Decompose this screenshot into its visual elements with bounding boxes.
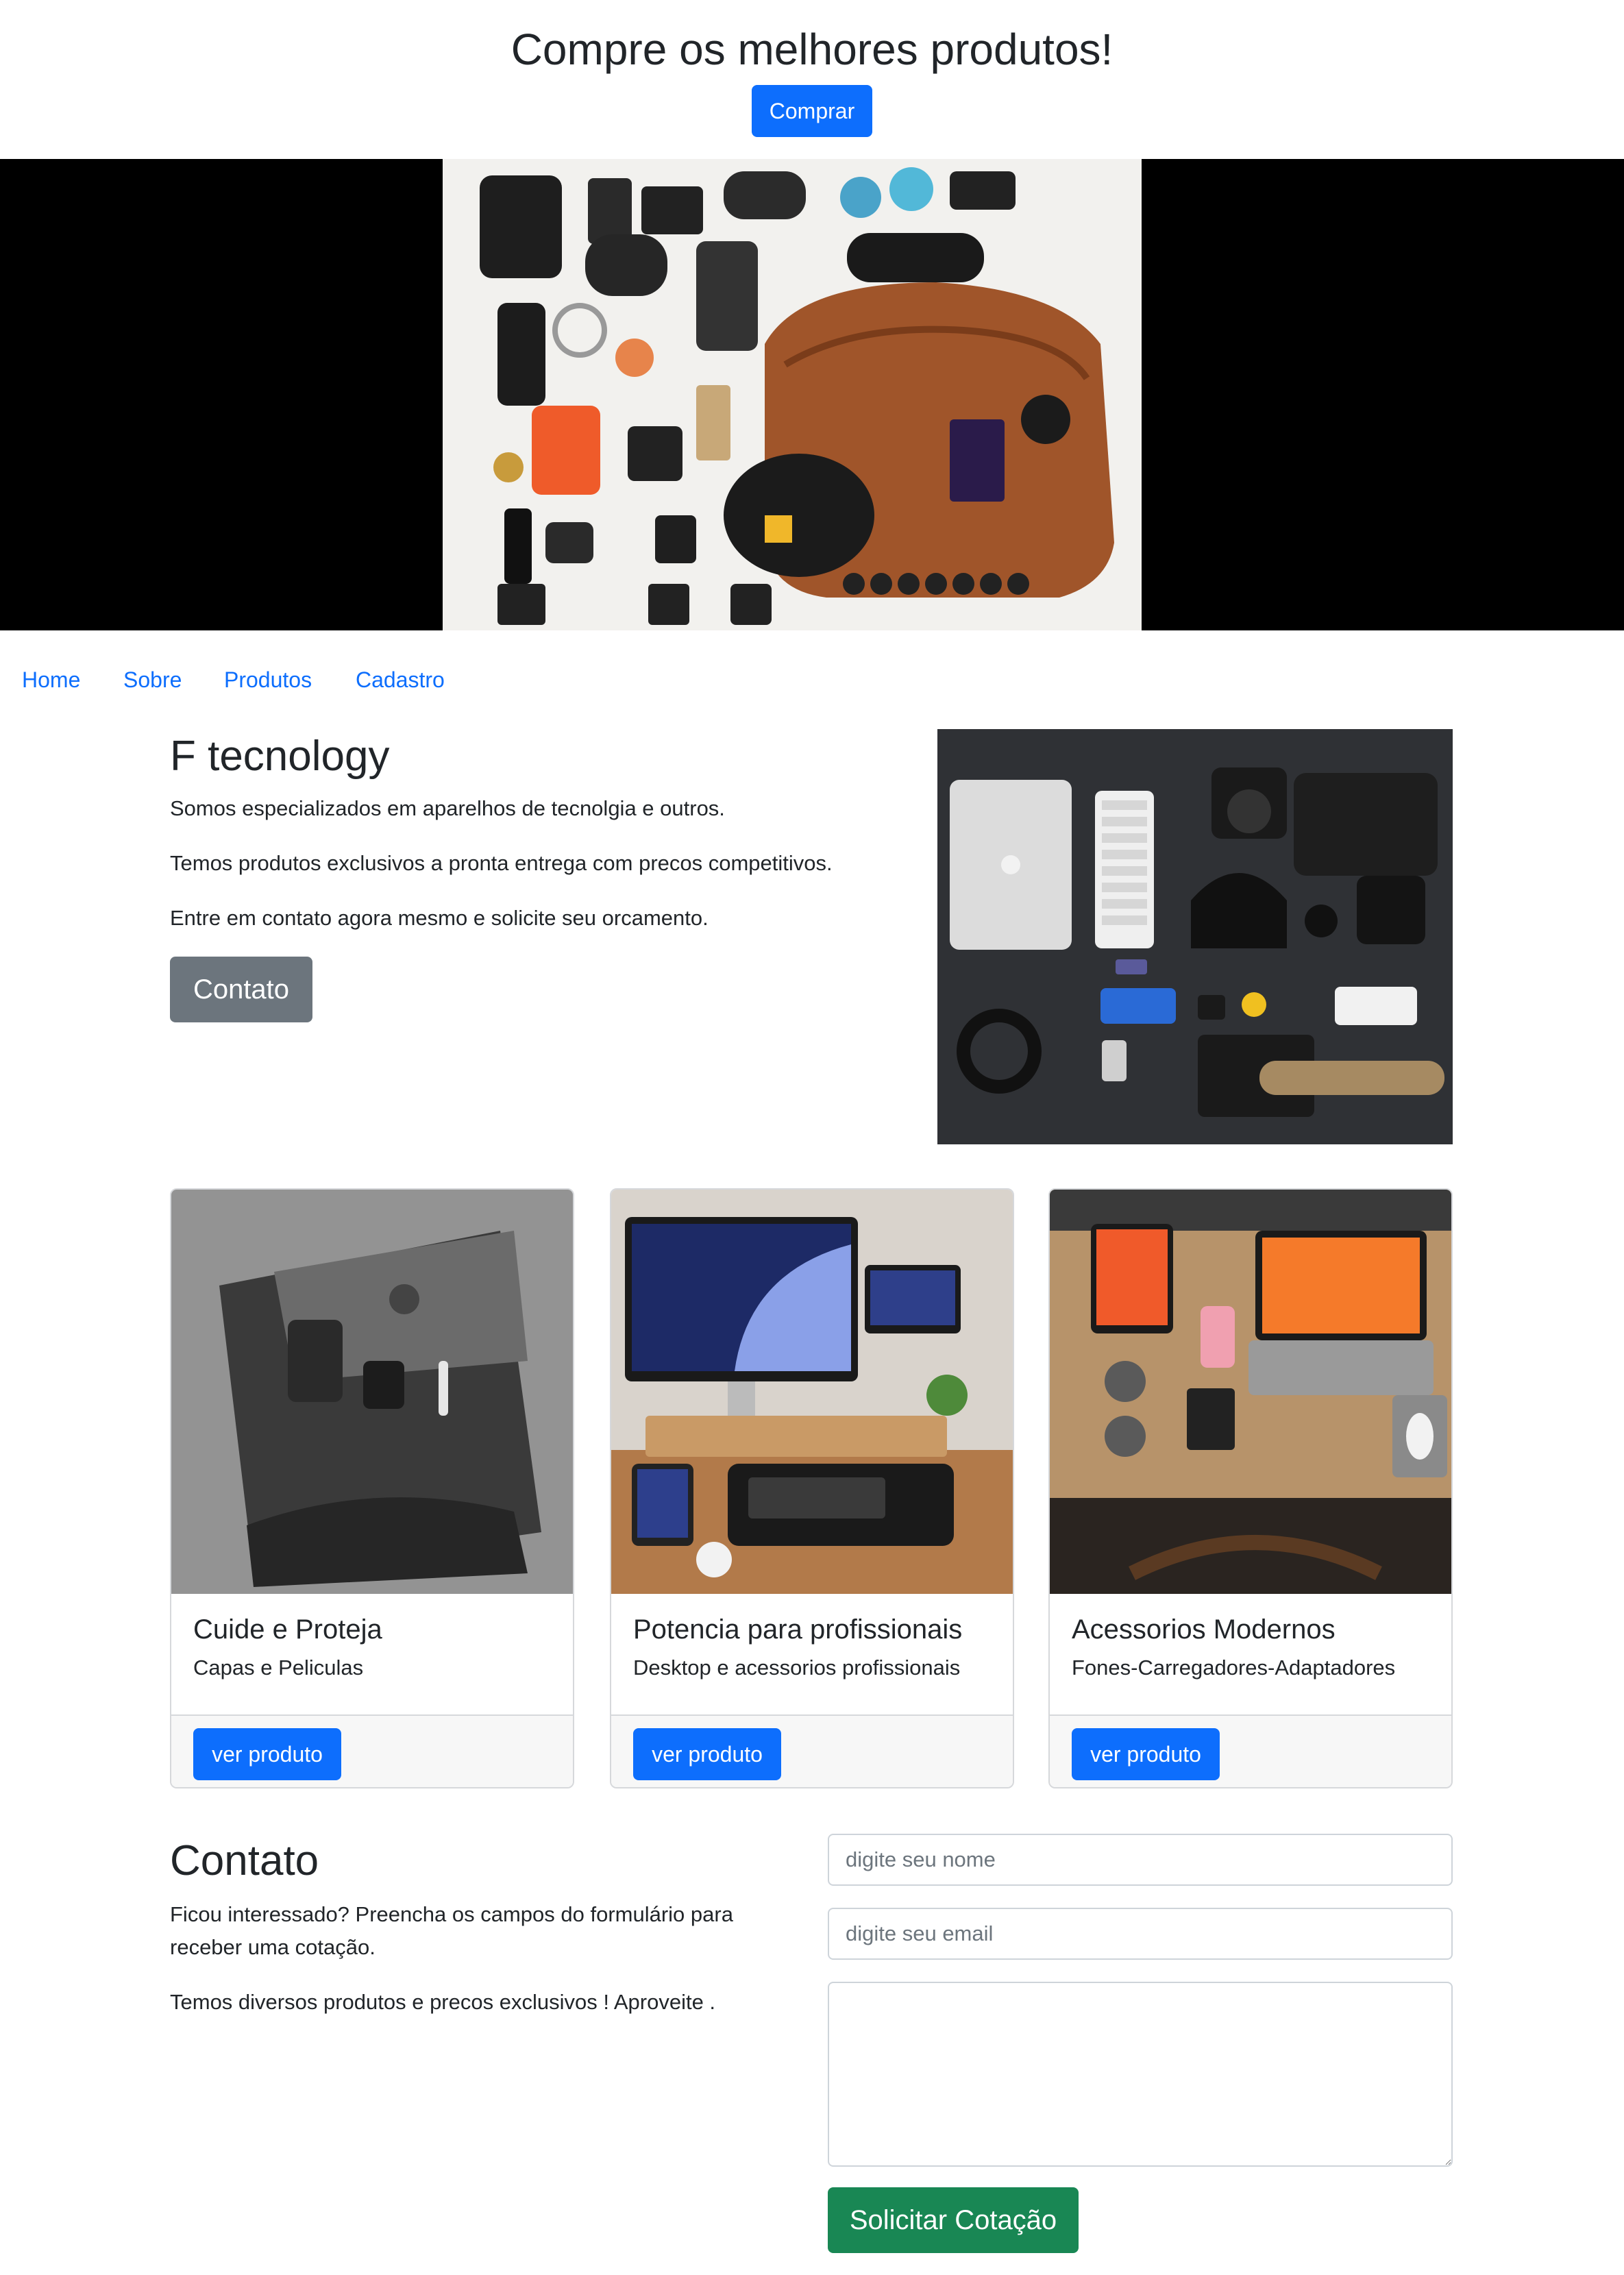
- card-text: Desktop e acessorios profissionais: [633, 1656, 961, 1680]
- contact-button[interactable]: Contato: [170, 957, 312, 1022]
- view-product-button[interactable]: ver produto: [1072, 1728, 1220, 1780]
- hero-image-travel-gear: [443, 159, 1142, 630]
- about-title: F tecnology: [170, 733, 390, 780]
- product-card: Cuide e Proteja Capas e Peliculas ver pr…: [170, 1188, 574, 1788]
- nav-cadastro[interactable]: Cadastro: [356, 666, 445, 693]
- nav-home[interactable]: Home: [22, 666, 80, 693]
- card-title: Cuide e Proteja: [193, 1614, 382, 1645]
- contact-title: Contato: [170, 1837, 319, 1884]
- card-footer: ver produto: [1050, 1714, 1451, 1787]
- email-input[interactable]: [828, 1908, 1453, 1960]
- page-title: Compre os melhores produtos!: [510, 25, 1114, 74]
- contact-paragraph: Ficou interessado? Preencha os campos do…: [170, 1902, 733, 1959]
- card-text: Fones-Carregadores-Adaptadores: [1072, 1656, 1396, 1680]
- card-title: Potencia para profissionais: [633, 1614, 963, 1645]
- about-paragraph: Somos especializados em aparelhos de tec…: [170, 796, 725, 820]
- card-text: Capas e Peliculas: [193, 1656, 364, 1680]
- card-image-desk-setup: [611, 1190, 1013, 1594]
- message-textarea[interactable]: [828, 1982, 1453, 2167]
- product-card: Acessorios Modernos Fones-Carregadores-A…: [1048, 1188, 1453, 1788]
- nav-produtos[interactable]: Produtos: [224, 666, 312, 693]
- contact-paragraph: Temos diversos produtos e precos exclusi…: [170, 1990, 716, 2014]
- product-card: Potencia para profissionais Desktop e ac…: [610, 1188, 1014, 1788]
- name-input[interactable]: [828, 1834, 1453, 1886]
- card-footer: ver produto: [611, 1714, 1013, 1787]
- view-product-button[interactable]: ver produto: [633, 1728, 781, 1780]
- card-footer: ver produto: [171, 1714, 573, 1787]
- card-image-accessories: [1050, 1190, 1451, 1594]
- nav-sobre[interactable]: Sobre: [123, 666, 182, 693]
- view-product-button[interactable]: ver produto: [193, 1728, 341, 1780]
- about-image-tech-flatlay: [937, 729, 1453, 1144]
- about-paragraph: Entre em contato agora mesmo e solicite …: [170, 906, 709, 930]
- about-paragraph: Temos produtos exclusivos a pronta entre…: [170, 851, 833, 875]
- card-title: Acessorios Modernos: [1072, 1614, 1336, 1645]
- buy-button[interactable]: Comprar: [752, 85, 872, 137]
- card-image-laptop-sleeve: [171, 1190, 573, 1594]
- request-quote-button[interactable]: Solicitar Cotação: [828, 2187, 1079, 2253]
